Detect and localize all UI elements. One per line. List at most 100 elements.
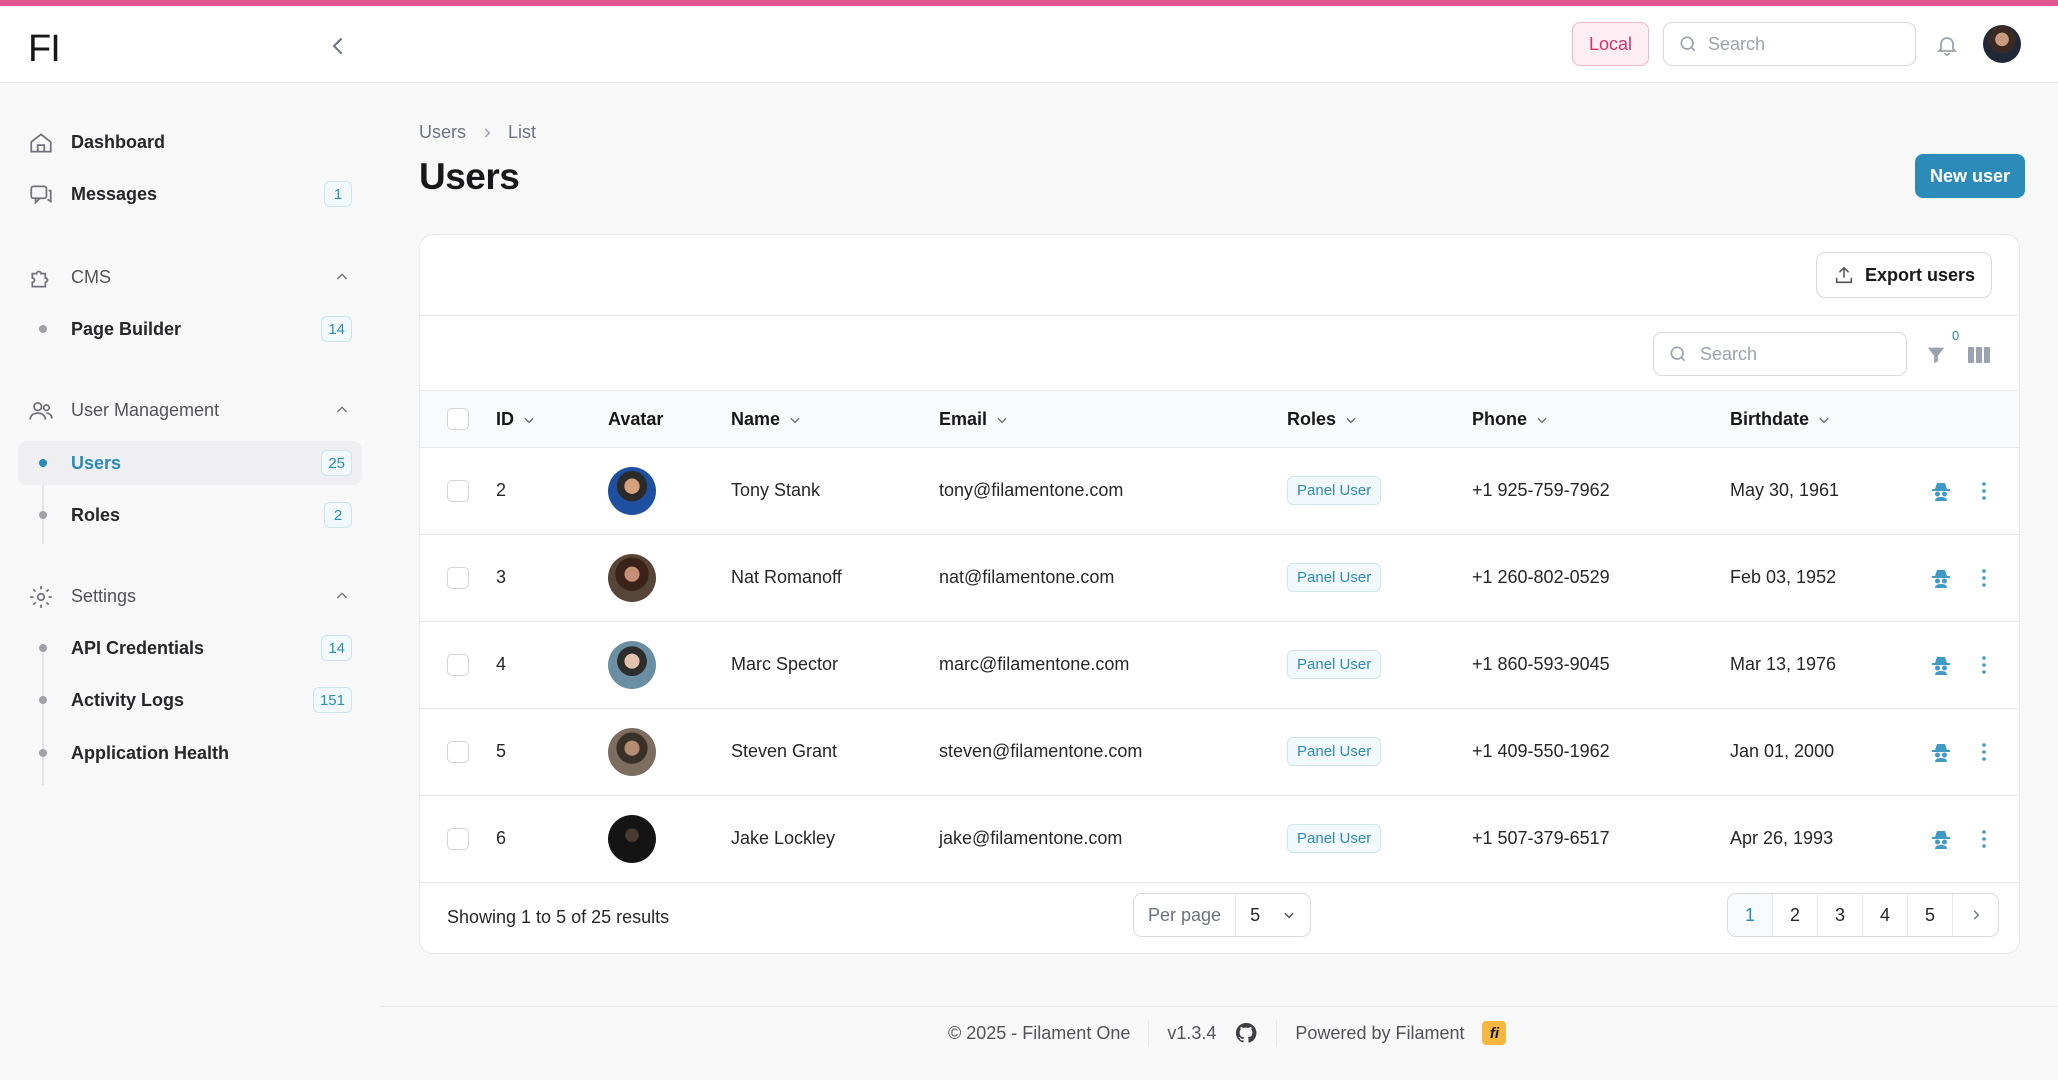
notifications-bell-icon[interactable] bbox=[1935, 33, 1959, 57]
column-header-id[interactable]: ID bbox=[496, 409, 536, 430]
column-header-email[interactable]: Email bbox=[939, 409, 1009, 430]
sidebar-item-roles[interactable]: Roles 2 bbox=[18, 493, 362, 537]
divider bbox=[1276, 1020, 1278, 1046]
chevron-down-icon bbox=[524, 417, 534, 423]
chevron-down-icon bbox=[1284, 912, 1294, 919]
row-actions-icon[interactable] bbox=[1972, 740, 1996, 764]
gear-icon bbox=[30, 586, 52, 608]
impersonate-icon[interactable] bbox=[1929, 740, 1953, 764]
cell-id: 3 bbox=[496, 567, 507, 587]
row-checkbox[interactable] bbox=[447, 741, 469, 763]
per-page-select[interactable]: Per page 5 bbox=[1133, 893, 1312, 937]
chevron-right-icon bbox=[1973, 910, 1979, 920]
cell-birthdate: May 30, 1961 bbox=[1730, 480, 1840, 500]
page-button-5[interactable]: 5 bbox=[1908, 894, 1953, 936]
main-content: Users List Users New user Export users S… bbox=[380, 83, 2058, 1080]
column-header-label: Avatar bbox=[608, 409, 664, 429]
row-checkbox[interactable] bbox=[447, 828, 469, 850]
per-page-value[interactable]: 5 bbox=[1236, 905, 1310, 926]
per-page-label: Per page bbox=[1134, 894, 1237, 936]
nav-group-settings[interactable]: Settings bbox=[18, 576, 362, 616]
search-icon bbox=[1680, 36, 1696, 52]
column-header-label: Roles bbox=[1287, 409, 1337, 429]
sidebar-item-label: Roles bbox=[71, 504, 121, 525]
column-header-roles[interactable]: Roles bbox=[1287, 409, 1358, 430]
users-table-card: Export users Search 0 ID Avatar Name Ema… bbox=[419, 234, 2020, 954]
sidebar-item-label: Users bbox=[71, 452, 122, 473]
nav-group-user-management[interactable]: User Management bbox=[18, 390, 362, 430]
column-header-phone[interactable]: Phone bbox=[1472, 409, 1549, 430]
cell-phone: +1 260-802-0529 bbox=[1472, 567, 1610, 587]
chevron-down-icon bbox=[1346, 417, 1356, 423]
cell-id: 6 bbox=[496, 828, 507, 848]
row-actions-icon[interactable] bbox=[1972, 827, 1996, 851]
table-search-input[interactable]: Search bbox=[1653, 332, 1907, 376]
table-header: ID Avatar Name Email Roles Phone Birthda… bbox=[420, 390, 2019, 448]
global-search-input[interactable]: Search bbox=[1663, 22, 1916, 66]
nav-dot bbox=[39, 696, 47, 704]
column-header-name[interactable]: Name bbox=[731, 409, 802, 430]
row-checkbox[interactable] bbox=[447, 567, 469, 589]
sidebar-item-page-builder[interactable]: Page Builder 14 bbox=[18, 307, 362, 351]
column-header-label: Phone bbox=[1472, 409, 1528, 429]
page-button-2[interactable]: 2 bbox=[1773, 894, 1818, 936]
page-button-1[interactable]: 1 bbox=[1728, 894, 1773, 936]
row-actions-icon[interactable] bbox=[1972, 479, 1996, 503]
sidebar-item-application-health[interactable]: Application Health bbox=[18, 731, 362, 775]
select-all-checkbox[interactable] bbox=[447, 408, 469, 430]
impersonate-icon[interactable] bbox=[1929, 827, 1953, 851]
cell-birthdate: Feb 03, 1952 bbox=[1730, 567, 1837, 587]
app-logo[interactable]: FI bbox=[28, 28, 61, 71]
avatar bbox=[608, 728, 656, 776]
columns-toggle-icon[interactable] bbox=[1967, 344, 1991, 366]
page-button-3[interactable]: 3 bbox=[1818, 894, 1863, 936]
sidebar-item-api-credentials[interactable]: API Credentials 14 bbox=[18, 626, 362, 670]
collapse-sidebar-icon[interactable] bbox=[326, 34, 350, 58]
sidebar-item-dashboard[interactable]: Dashboard bbox=[18, 120, 362, 164]
column-header-birthdate[interactable]: Birthdate bbox=[1730, 409, 1831, 430]
count-badge: 14 bbox=[321, 316, 352, 342]
export-users-button[interactable]: Export users bbox=[1815, 252, 1992, 298]
cell-email: tony@filamentone.com bbox=[939, 480, 1124, 500]
row-actions-icon[interactable] bbox=[1972, 566, 1996, 590]
divider bbox=[420, 315, 2019, 316]
impersonate-icon[interactable] bbox=[1929, 566, 1953, 590]
cell-name: Nat Romanoff bbox=[731, 567, 842, 587]
table-row[interactable]: 4 Marc Spector marc@filamentone.com Pane… bbox=[420, 622, 2019, 709]
breadcrumb-users[interactable]: Users bbox=[419, 122, 466, 143]
count-badge: 14 bbox=[321, 635, 352, 661]
next-page-button[interactable] bbox=[1953, 894, 1998, 936]
nav-group-cms[interactable]: CMS bbox=[18, 257, 362, 297]
page-button-4[interactable]: 4 bbox=[1863, 894, 1908, 936]
sidebar-item-messages[interactable]: Messages 1 bbox=[18, 172, 362, 216]
chevron-up-icon bbox=[336, 592, 348, 599]
filament-logo: fi bbox=[1482, 1021, 1507, 1045]
cell-name: Steven Grant bbox=[731, 741, 838, 761]
row-actions-icon[interactable] bbox=[1972, 653, 1996, 677]
table-row[interactable]: 5 Steven Grant steven@filamentone.com Pa… bbox=[420, 709, 2019, 796]
filter-icon[interactable] bbox=[1925, 344, 1947, 366]
impersonate-icon[interactable] bbox=[1929, 479, 1953, 503]
sidebar-item-users[interactable]: Users 25 bbox=[18, 441, 362, 485]
row-checkbox[interactable] bbox=[447, 480, 469, 502]
cell-phone: +1 409-550-1962 bbox=[1472, 741, 1610, 761]
new-user-button[interactable]: New user bbox=[1915, 154, 2026, 198]
sidebar-item-activity-logs[interactable]: Activity Logs 151 bbox=[18, 678, 362, 722]
github-icon[interactable] bbox=[1234, 1021, 1258, 1045]
cell-name: Tony Stank bbox=[731, 480, 821, 500]
impersonate-icon[interactable] bbox=[1929, 653, 1953, 677]
cell-phone: +1 925-759-7962 bbox=[1472, 480, 1610, 500]
puzzle-icon bbox=[31, 270, 49, 288]
upload-icon bbox=[1835, 266, 1853, 284]
nav-dot bbox=[39, 749, 47, 757]
cell-id: 5 bbox=[496, 741, 507, 761]
table-row[interactable]: 2 Tony Stank tony@filamentone.com Panel … bbox=[420, 448, 2019, 535]
table-row[interactable]: 6 Jake Lockley jake@filamentone.com Pane… bbox=[420, 796, 2019, 883]
filter-count-badge: 0 bbox=[1952, 328, 1960, 343]
powered-by-text[interactable]: Powered by Filament bbox=[1295, 1023, 1464, 1044]
table-row[interactable]: 3 Nat Romanoff nat@filamentone.com Panel… bbox=[420, 535, 2019, 622]
row-checkbox[interactable] bbox=[447, 654, 469, 676]
user-avatar[interactable] bbox=[1983, 25, 2021, 63]
cell-email: nat@filamentone.com bbox=[939, 567, 1115, 587]
cell-birthdate: Mar 13, 1976 bbox=[1730, 654, 1837, 674]
